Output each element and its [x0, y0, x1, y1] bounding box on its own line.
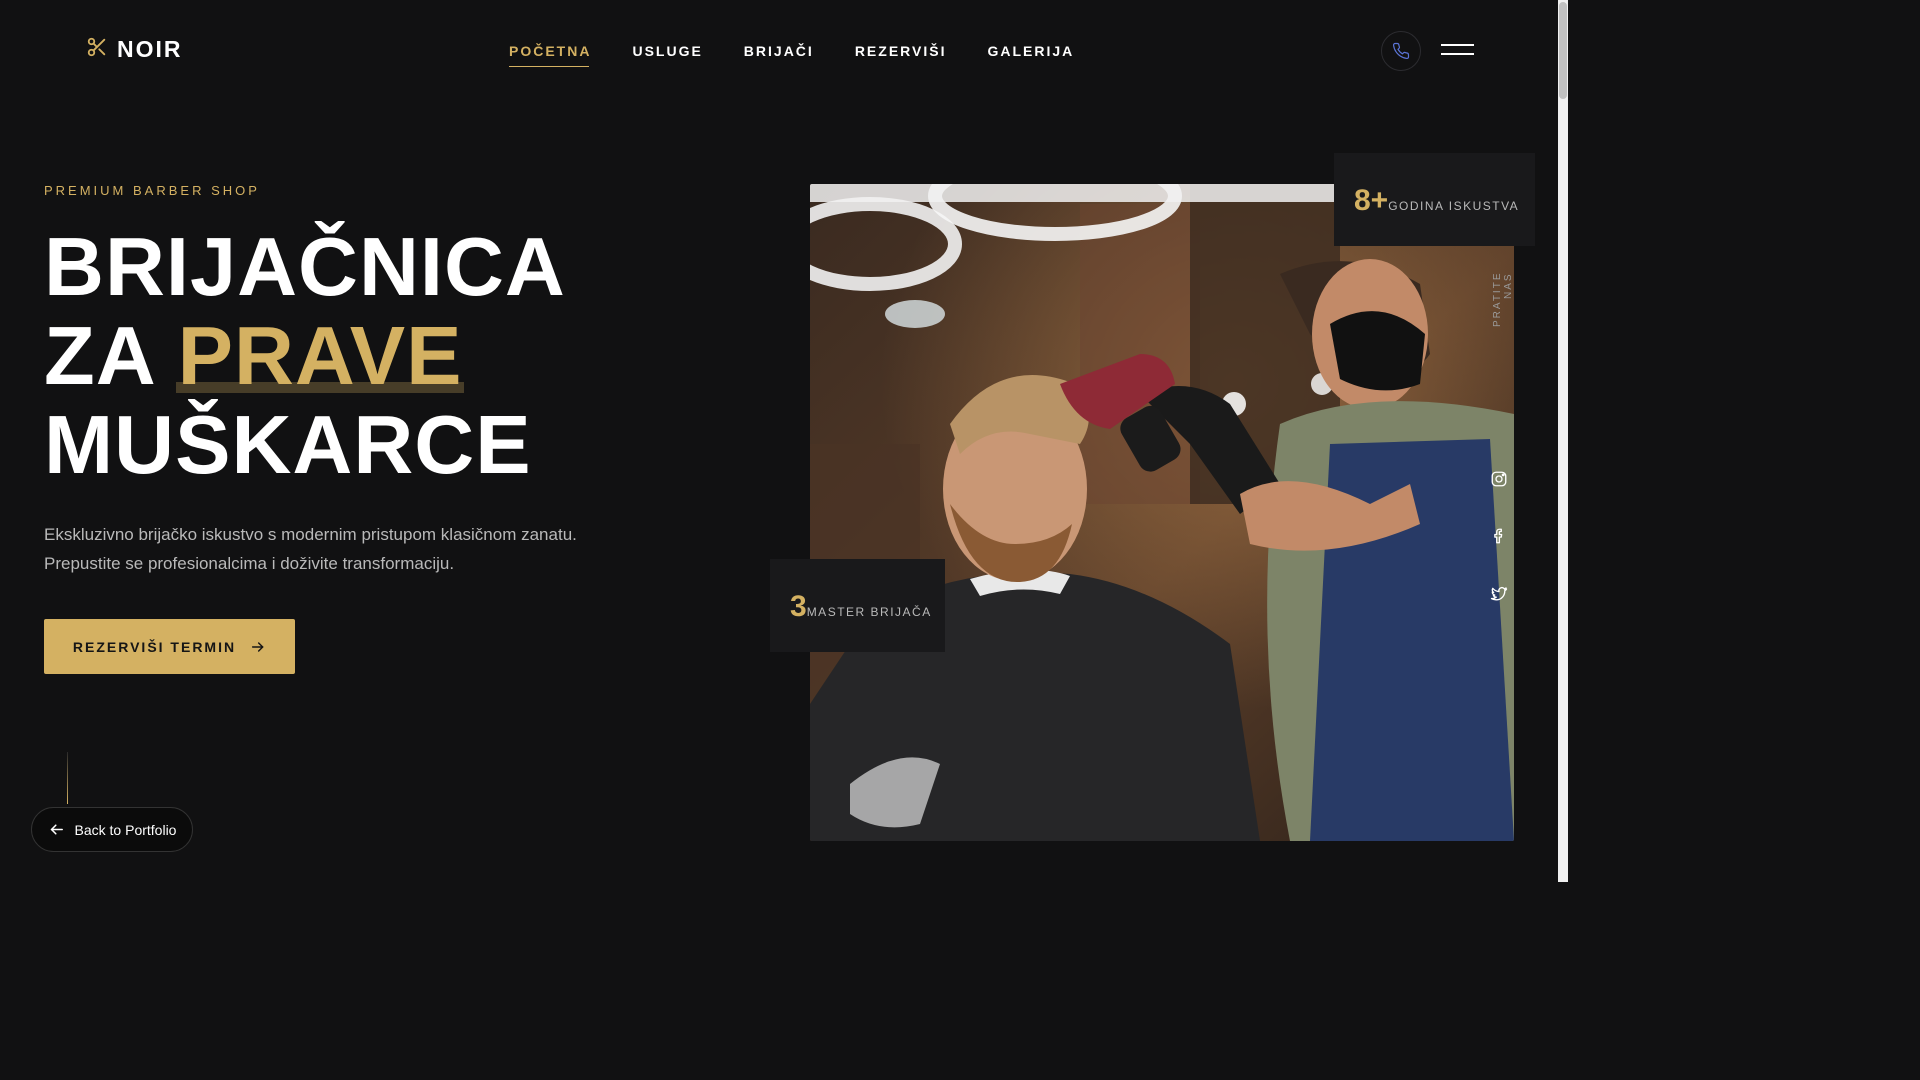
back-to-portfolio-button[interactable]: Back to Portfolio: [31, 807, 193, 852]
main-nav: POČETNA USLUGE BRIJAČI REZERVIŠI GALERIJ…: [509, 43, 1074, 67]
brand-name: NOIR: [117, 36, 183, 62]
stat-masters-value: 3: [790, 590, 807, 623]
instagram-icon[interactable]: [1490, 470, 1508, 488]
arrow-left-icon: [50, 824, 63, 835]
nav-item-rezervisi[interactable]: REZERVIŠI: [855, 43, 947, 67]
stat-masters-label: MASTER BRIJAČA: [806, 605, 932, 619]
headline-accent: PRAVE: [175, 309, 465, 402]
nav-item-galerija[interactable]: GALERIJA: [987, 43, 1074, 67]
phone-icon: [1392, 42, 1410, 60]
stat-years-label: GODINA ISKUSTVA: [1388, 199, 1520, 213]
hero-description: Ekskluzivno brijačko iskustvo s modernim…: [44, 520, 604, 578]
headline-line-3: MUŠKARCE: [44, 398, 532, 491]
description-line-2: Prepustite se profesionalcima i doživite…: [44, 554, 455, 573]
scrollbar-thumb[interactable]: [1559, 2, 1567, 99]
hamburger-menu-icon[interactable]: [1441, 44, 1474, 58]
headline-line-1: BRIJAČNICA: [44, 220, 566, 313]
scroll-indicator-line: [67, 752, 68, 804]
menu-line: [1441, 53, 1474, 55]
description-line-1: Ekskluzivno brijačko iskustvo s modernim…: [44, 525, 577, 544]
follow-us-label: PRATITE NAS: [1492, 272, 1514, 328]
page-scrollbar[interactable]: [1558, 0, 1568, 882]
cta-label: REZERVIŠI TERMIN: [72, 638, 237, 655]
stat-years-experience: 8+ GODINA ISKUSTVA: [1334, 153, 1535, 246]
headline-prefix: ZA: [44, 309, 154, 402]
arrow-right-icon: [252, 641, 264, 652]
facebook-icon[interactable]: [1490, 527, 1508, 545]
back-label: Back to Portfolio: [74, 821, 177, 838]
scissors-icon: [86, 36, 108, 63]
nav-item-usluge[interactable]: USLUGE: [632, 43, 702, 67]
hero-eyebrow: PREMIUM BARBER SHOP: [44, 183, 260, 198]
headline-line-2: ZA PRAVE: [44, 311, 566, 400]
nav-item-brijaci[interactable]: BRIJAČI: [744, 43, 814, 67]
nav-item-pocetna[interactable]: POČETNA: [509, 43, 591, 67]
logo[interactable]: NOIR: [86, 36, 183, 63]
hero-headline: BRIJAČNICA ZA PRAVE MUŠKARCE: [44, 222, 566, 489]
phone-button[interactable]: [1381, 31, 1421, 71]
book-appointment-button[interactable]: REZERVIŠI TERMIN: [44, 619, 295, 674]
menu-line: [1441, 44, 1474, 46]
twitter-icon[interactable]: [1490, 585, 1508, 603]
stat-master-barbers: 3 MASTER BRIJAČA: [770, 559, 945, 652]
hero-photo: [810, 184, 1514, 841]
stat-years-value: 8+: [1354, 184, 1389, 217]
